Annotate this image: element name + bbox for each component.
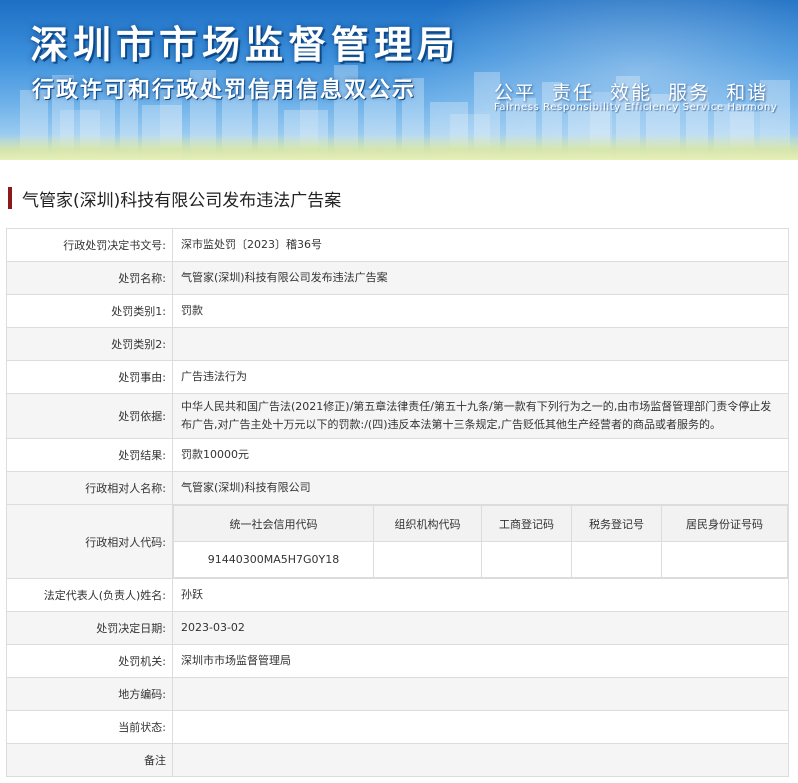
row-penalty-type-2: 处罚类别2: — [6, 327, 789, 361]
label-legal-rep: 法定代表人(负责人)姓名: — [6, 578, 173, 612]
label-penalty-name: 处罚名称: — [6, 261, 173, 295]
party-code-table: 统一社会信用代码 组织机构代码 工商登记码 税务登记号 居民身份证号码 9144… — [173, 505, 788, 578]
label-region-code: 地方编码: — [6, 677, 173, 711]
header-tax-reg-code: 税务登记号 — [571, 505, 662, 542]
site-subtitle: 行政许可和行政处罚信用信息双公示 — [32, 78, 417, 103]
site-motto-english: Fairness Responsibility Efficiency Servi… — [494, 102, 778, 113]
value-credit-code: 91440300MA5H7G0Y18 — [173, 541, 374, 578]
party-code-header-row: 统一社会信用代码 组织机构代码 工商登记码 税务登记号 居民身份证号码 — [173, 505, 788, 542]
row-party-code: 行政相对人代码: 统一社会信用代码 组织机构代码 工商登记码 税务登记号 居民身… — [6, 504, 789, 579]
value-penalty-type-2 — [172, 327, 789, 361]
label-remark: 备注 — [6, 743, 173, 777]
row-party-name: 行政相对人名称: 气管家(深圳)科技有限公司 — [6, 471, 789, 505]
case-header-accent-bar — [8, 187, 12, 209]
label-party-code: 行政相对人代码: — [6, 504, 173, 579]
site-motto: 公平 责任 效能 服务 和谐 — [494, 82, 769, 104]
label-status: 当前状态: — [6, 710, 173, 744]
row-region-code: 地方编码: — [6, 677, 789, 711]
value-status — [172, 710, 789, 744]
label-party-name: 行政相对人名称: — [6, 471, 173, 505]
header-org-code: 组织机构代码 — [373, 505, 482, 542]
party-code-value-row: 91440300MA5H7G0Y18 — [173, 541, 788, 578]
row-penalty-name: 处罚名称: 气管家(深圳)科技有限公司发布违法广告案 — [6, 261, 789, 295]
label-penalty-result: 处罚结果: — [6, 438, 173, 472]
label-authority: 处罚机关: — [6, 644, 173, 678]
value-legal-rep: 孙跃 — [172, 578, 789, 612]
value-doc-no: 深市监处罚〔2023〕稽36号 — [172, 228, 789, 262]
label-penalty-reason: 处罚事由: — [6, 360, 173, 394]
penalty-info-table: 行政处罚决定书文号: 深市监处罚〔2023〕稽36号 处罚名称: 气管家(深圳)… — [6, 228, 789, 777]
value-party-name: 气管家(深圳)科技有限公司 — [172, 471, 789, 505]
row-decision-date: 处罚决定日期: 2023-03-02 — [6, 611, 789, 645]
row-penalty-type-1: 处罚类别1: 罚款 — [6, 294, 789, 328]
row-doc-no: 行政处罚决定书文号: 深市监处罚〔2023〕稽36号 — [6, 228, 789, 262]
label-doc-no: 行政处罚决定书文号: — [6, 228, 173, 262]
label-penalty-basis: 处罚依据: — [6, 393, 173, 439]
value-penalty-result: 罚款10000元 — [172, 438, 789, 472]
label-penalty-type-1: 处罚类别1: — [6, 294, 173, 328]
row-penalty-reason: 处罚事由: 广告违法行为 — [6, 360, 789, 394]
banner-ground — [0, 134, 798, 160]
value-id-card-no — [661, 541, 788, 578]
value-business-reg-code — [481, 541, 572, 578]
value-tax-reg-code — [571, 541, 662, 578]
value-penalty-basis: 中华人民共和国广告法(2021修正)/第五章法律责任/第五十九条/第一款有下列行… — [172, 393, 789, 439]
row-remark: 备注 — [6, 743, 789, 777]
header-banner: 深圳市市场监督管理局 行政许可和行政处罚信用信息双公示 公平 责任 效能 服务 … — [0, 0, 798, 160]
value-penalty-name: 气管家(深圳)科技有限公司发布违法广告案 — [172, 261, 789, 295]
value-penalty-type-1: 罚款 — [172, 294, 789, 328]
party-code-cell: 统一社会信用代码 组织机构代码 工商登记码 税务登记号 居民身份证号码 9144… — [172, 504, 789, 579]
header-credit-code: 统一社会信用代码 — [173, 505, 374, 542]
site-title: 深圳市市场监督管理局 — [30, 23, 461, 67]
value-remark — [172, 743, 789, 777]
label-decision-date: 处罚决定日期: — [6, 611, 173, 645]
row-status: 当前状态: — [6, 710, 789, 744]
row-penalty-result: 处罚结果: 罚款10000元 — [6, 438, 789, 472]
row-penalty-basis: 处罚依据: 中华人民共和国广告法(2021修正)/第五章法律责任/第五十九条/第… — [6, 393, 789, 439]
value-authority: 深圳市市场监督管理局 — [172, 644, 789, 678]
row-legal-rep: 法定代表人(负责人)姓名: 孙跃 — [6, 578, 789, 612]
value-org-code — [373, 541, 482, 578]
value-penalty-reason: 广告违法行为 — [172, 360, 789, 394]
case-title: 气管家(深圳)科技有限公司发布违法广告案 — [22, 190, 342, 211]
case-header: 气管家(深圳)科技有限公司发布违法广告案 — [0, 180, 798, 216]
header-business-reg-code: 工商登记码 — [481, 505, 572, 542]
value-region-code — [172, 677, 789, 711]
value-decision-date: 2023-03-02 — [172, 611, 789, 645]
header-id-card-no: 居民身份证号码 — [661, 505, 788, 542]
label-penalty-type-2: 处罚类别2: — [6, 327, 173, 361]
row-authority: 处罚机关: 深圳市市场监督管理局 — [6, 644, 789, 678]
